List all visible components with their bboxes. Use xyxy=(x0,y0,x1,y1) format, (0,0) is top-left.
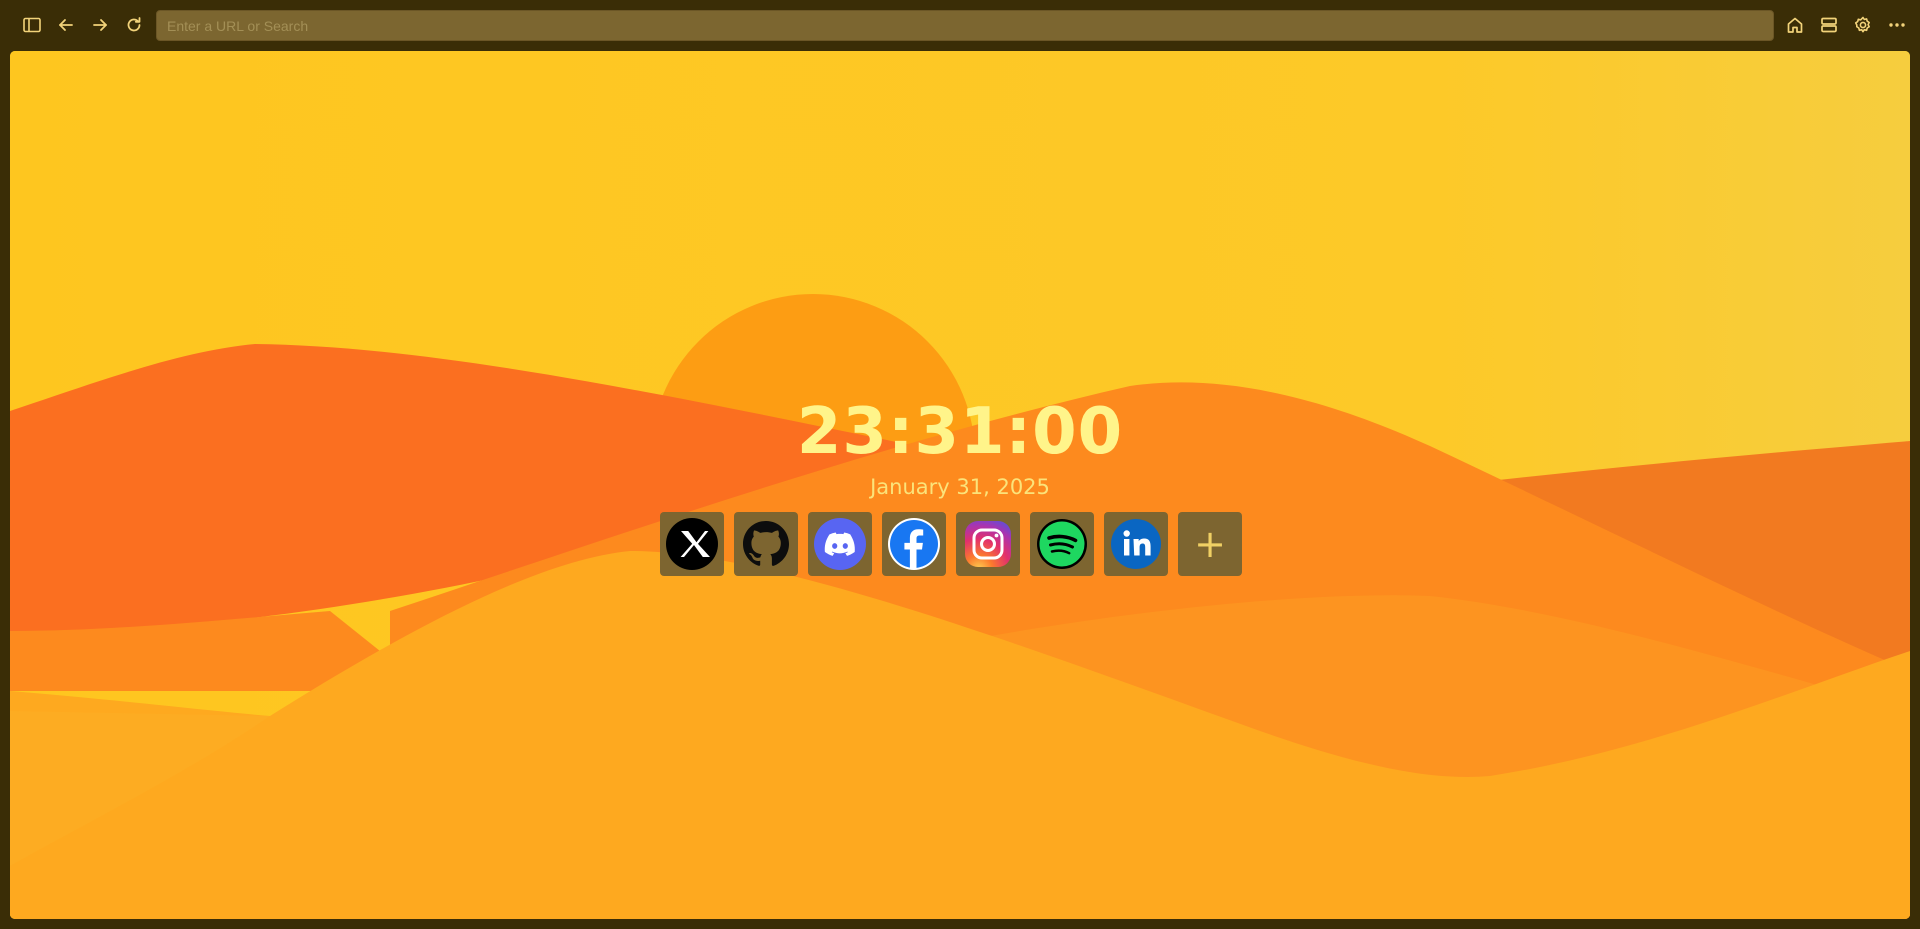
facebook-icon xyxy=(888,518,940,570)
browser-toolbar xyxy=(0,0,1920,51)
clock-time: 23:31:00 xyxy=(796,395,1124,469)
sidebar-toggle-icon[interactable] xyxy=(19,12,45,38)
shortcut-github[interactable] xyxy=(734,512,798,576)
instagram-icon xyxy=(965,521,1011,567)
url-input[interactable] xyxy=(157,11,1773,40)
back-arrow-icon[interactable] xyxy=(53,12,79,38)
plus-icon: + xyxy=(1194,522,1226,566)
x-icon xyxy=(666,518,718,570)
clock-date: January 31, 2025 xyxy=(870,475,1050,499)
forward-arrow-icon[interactable] xyxy=(87,12,113,38)
shortcut-discord[interactable] xyxy=(808,512,872,576)
discord-icon xyxy=(814,518,866,570)
tabs-icon[interactable] xyxy=(1816,12,1842,38)
url-bar[interactable] xyxy=(156,10,1774,41)
shortcut-spotify[interactable] xyxy=(1030,512,1094,576)
more-icon[interactable] xyxy=(1884,12,1910,38)
home-icon[interactable] xyxy=(1782,12,1808,38)
gear-icon[interactable] xyxy=(1850,12,1876,38)
spotify-icon xyxy=(1037,519,1087,569)
github-icon xyxy=(743,521,789,566)
new-tab-page: 23:31:00 January 31, 2025 + xyxy=(10,51,1910,919)
shortcut-x[interactable] xyxy=(660,512,724,576)
shortcut-instagram[interactable] xyxy=(956,512,1020,576)
shortcut-facebook[interactable] xyxy=(882,512,946,576)
shortcut-row: + xyxy=(660,512,1242,576)
linkedin-icon xyxy=(1111,519,1161,569)
reload-icon[interactable] xyxy=(121,12,147,38)
add-shortcut-button[interactable]: + xyxy=(1178,512,1242,576)
shortcut-linkedin[interactable] xyxy=(1104,512,1168,576)
